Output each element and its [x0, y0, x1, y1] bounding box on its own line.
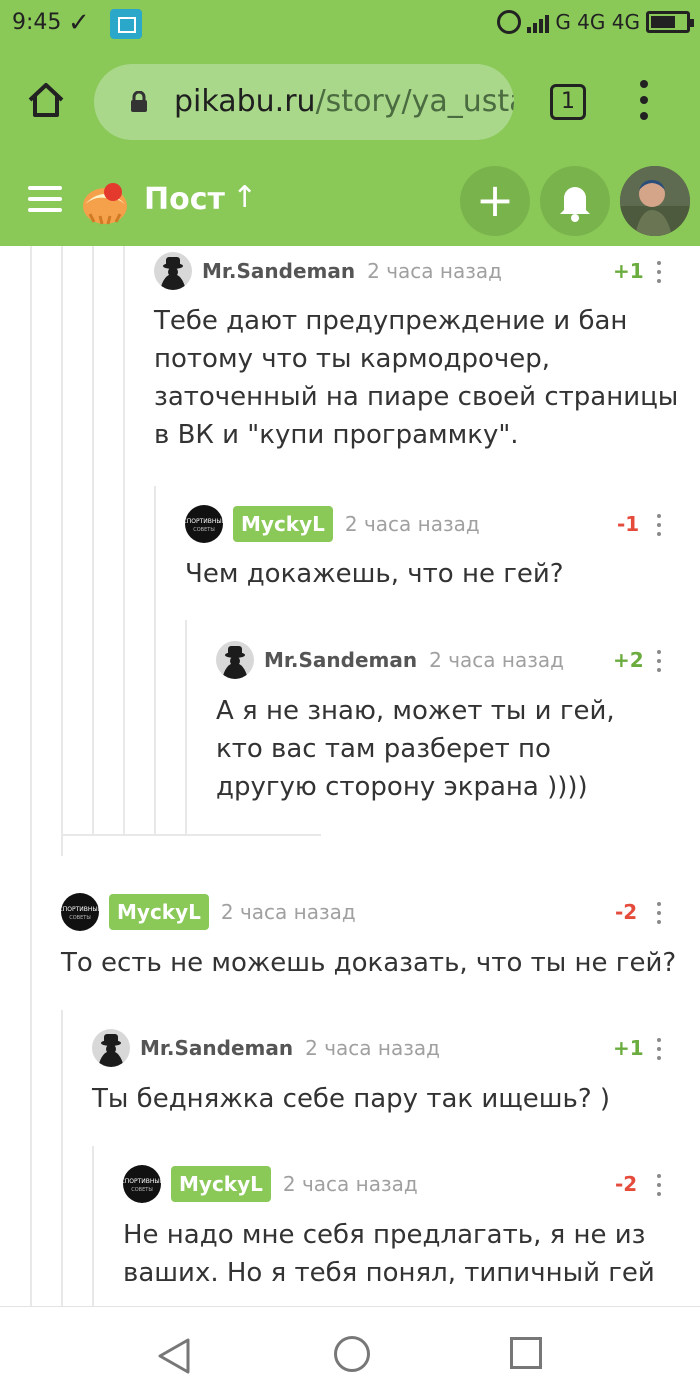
- comments-area: Mr.Sandeman 2 часа назад +1 Тебе дают пр…: [0, 246, 700, 1306]
- add-post-button[interactable]: +: [460, 166, 530, 236]
- bell-icon: [560, 187, 590, 222]
- lock-icon: [131, 91, 147, 112]
- comment-author[interactable]: MyckyL: [171, 1166, 271, 1202]
- status-time: 9:45: [12, 10, 62, 35]
- avatar[interactable]: СПОРТИВНЫЕ СОВЕТЫ: [185, 505, 223, 543]
- network-text: G 4G 4G: [555, 10, 640, 34]
- notifications-button[interactable]: [540, 166, 610, 236]
- comment-header: СПОРТИВНЫЕ СОВЕТЫ MyckyL 2 часа назад: [185, 504, 480, 544]
- more-options-icon[interactable]: [655, 1174, 663, 1202]
- comment-rating: -2: [615, 900, 638, 924]
- avatar[interactable]: [154, 252, 192, 290]
- more-options-icon[interactable]: [655, 1038, 663, 1066]
- comment-text: А я не знаю, может ты и гей, кто вас там…: [216, 696, 615, 802]
- pikabu-logo-icon[interactable]: [80, 176, 130, 226]
- comment-rating: +1: [613, 259, 644, 283]
- home-icon[interactable]: [26, 80, 66, 120]
- user-avatar-image: [620, 166, 690, 236]
- more-options-icon[interactable]: [655, 650, 663, 678]
- comment-time: 2 часа назад: [282, 1172, 418, 1196]
- comment-rating: +2: [613, 648, 644, 672]
- url-domain: pikabu.ru: [174, 84, 316, 119]
- svg-text:СОВЕТЫ: СОВЕТЫ: [69, 915, 90, 921]
- comment-time: 2 часа назад: [220, 900, 356, 924]
- comment-header: СПОРТИВНЫЕ СОВЕТЫ MyckyL 2 часа назад: [123, 1164, 418, 1204]
- app-header: Пост ↑ +: [0, 156, 700, 246]
- comment-text: Не надо мне себя предлагать, я не из ваш…: [123, 1220, 655, 1288]
- url-path: /story/ya_usta: [315, 84, 514, 119]
- status-indicators: G 4G 4G: [497, 10, 694, 34]
- battery-icon: [646, 11, 694, 33]
- user-avatar[interactable]: [620, 166, 690, 236]
- svg-text:СПОРТИВНЫЕ: СПОРТИВНЫЕ: [61, 906, 99, 913]
- screen-scan-icon: [110, 9, 142, 39]
- comment-rating: +1: [613, 1036, 644, 1060]
- more-options-icon[interactable]: [655, 514, 663, 542]
- more-options-icon[interactable]: [655, 902, 663, 930]
- browser-toolbar: pikabu.ru/story/ya_usta 1: [0, 48, 700, 156]
- more-options-icon[interactable]: [655, 261, 663, 289]
- comment-time: 2 часа назад: [305, 1036, 440, 1060]
- alarm-icon: [497, 10, 522, 34]
- tabs-icon[interactable]: 1: [550, 84, 586, 120]
- svg-text:СПОРТИВНЫЕ: СПОРТИВНЫЕ: [185, 518, 223, 525]
- comment-header: СПОРТИВНЫЕ СОВЕТЫ MyckyL 2 часа назад: [61, 892, 356, 932]
- more-vert-icon[interactable]: [638, 80, 650, 124]
- comment-rating: -2: [615, 1172, 638, 1196]
- comment-author[interactable]: Mr.Sandeman: [202, 259, 355, 283]
- svg-text:СПОРТИВНЫЕ: СПОРТИВНЫЕ: [123, 1178, 161, 1185]
- signal-icon: [527, 11, 550, 33]
- comment-author[interactable]: MyckyL: [233, 506, 333, 542]
- comment-author[interactable]: Mr.Sandeman: [140, 1036, 293, 1060]
- comment-time: 2 часа назад: [344, 512, 480, 536]
- avatar[interactable]: [92, 1029, 130, 1067]
- home-circle-icon[interactable]: [334, 1336, 370, 1372]
- page-title: Пост: [144, 182, 225, 217]
- comment-header: Mr.Sandeman 2 часа назад: [154, 251, 502, 291]
- avatar[interactable]: СПОРТИВНЫЕ СОВЕТЫ: [123, 1165, 161, 1203]
- avatar[interactable]: СПОРТИВНЫЕ СОВЕТЫ: [61, 893, 99, 931]
- status-bar: 9:45 ✓ G 4G 4G: [0, 0, 700, 48]
- comment-text: Тебе дают предупреждение и бан потому чт…: [154, 306, 679, 450]
- url-text[interactable]: pikabu.ru/story/ya_usta: [174, 84, 514, 119]
- comment-text: То есть не можешь доказать, что ты не ге…: [61, 948, 677, 978]
- comment-rating: -1: [617, 512, 640, 536]
- avatar[interactable]: [216, 641, 254, 679]
- comment-time: 2 часа назад: [367, 259, 502, 283]
- check-icon: ✓: [68, 8, 90, 38]
- system-nav-bar: [0, 1306, 700, 1400]
- svg-text:СОВЕТЫ: СОВЕТЫ: [131, 1187, 152, 1193]
- comment-author[interactable]: Mr.Sandeman: [264, 648, 417, 672]
- comment-text: Чем докажешь, что не гей?: [185, 559, 564, 589]
- arrow-up-icon[interactable]: ↑: [232, 180, 257, 215]
- url-bar[interactable]: pikabu.ru/story/ya_usta: [94, 64, 514, 140]
- recent-square-icon[interactable]: [510, 1337, 542, 1369]
- comment-header: Mr.Sandeman 2 часа назад: [92, 1028, 440, 1068]
- comment-time: 2 часа назад: [429, 648, 564, 672]
- comment-text: Ты бедняжка себе пару так ищешь? ): [92, 1084, 611, 1114]
- hamburger-menu-icon[interactable]: [28, 186, 62, 214]
- svg-text:СОВЕТЫ: СОВЕТЫ: [193, 527, 214, 533]
- comment-author[interactable]: MyckyL: [109, 894, 209, 930]
- comment-header: Mr.Sandeman 2 часа назад: [216, 640, 564, 680]
- back-triangle-icon[interactable]: [152, 1334, 196, 1378]
